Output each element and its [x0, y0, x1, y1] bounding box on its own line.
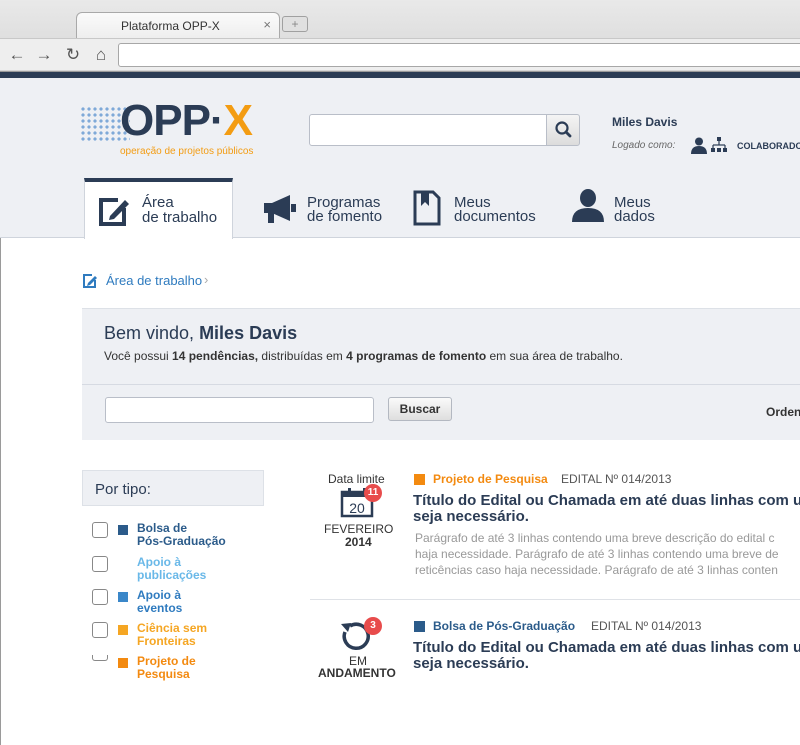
deadline-year: 2014 [345, 535, 372, 549]
logo-tagline: operação de projetos públicos [120, 146, 254, 157]
person-icon [572, 189, 604, 222]
app-header: OPP·X operação de projetos públicos Mile… [0, 78, 800, 239]
checkbox[interactable] [92, 556, 108, 572]
breadcrumb[interactable]: Área de trabalho [106, 273, 202, 288]
filter-label: Bolsa de Pós-Graduação [137, 521, 226, 548]
filter-label: Ciência sem Fronteiras [137, 621, 208, 648]
item-title[interactable]: Título do Edital ou Chamada em até duas … [413, 640, 800, 672]
category-swatch [414, 621, 425, 632]
address-bar[interactable] [118, 43, 800, 67]
user-role[interactable]: COLABORADOR [737, 141, 800, 151]
browser-chrome: Plataforma OPP-X × + ← → ↻ ⌂ [0, 0, 800, 72]
filter-label: Projeto de Pesquisa [137, 654, 196, 681]
tab-programs[interactable]: Programas de fomento [260, 178, 400, 238]
welcome-title: Bem vindo, Miles Davis [104, 323, 298, 343]
user-icon[interactable] [690, 136, 708, 154]
new-tab-button[interactable]: + [282, 16, 308, 32]
category-swatch [118, 525, 128, 535]
order-label: Ordenar [766, 405, 800, 419]
megaphone-icon [264, 195, 296, 223]
tab-my-data-line2: dados [614, 208, 655, 225]
close-tab-icon[interactable]: × [263, 17, 271, 32]
tab-workspace[interactable]: Área de trabalho [84, 178, 233, 239]
item-description: Parágrafo de até 3 linhas contendo uma b… [415, 531, 779, 577]
logo-wordmark: OPP·X [120, 96, 253, 145]
pending-count-badge: 3 [364, 617, 382, 635]
org-chart-icon[interactable] [711, 137, 727, 153]
home-icon[interactable]: ⌂ [90, 44, 112, 66]
user-name[interactable]: Miles Davis [612, 115, 677, 129]
browser-toolbar: ← → ↻ ⌂ [0, 38, 800, 70]
category-swatch [118, 658, 128, 668]
filter-type-heading: Por tipo: [82, 470, 264, 506]
item-title[interactable]: Título do Edital ou Chamada em até duas … [413, 493, 800, 525]
back-arrow-icon[interactable]: ← [6, 44, 28, 66]
opp-x-logo[interactable]: OPP·X operação de projetos públicos [80, 96, 270, 158]
calendar-day: 20 [349, 500, 365, 516]
divider [82, 384, 800, 385]
divider [310, 599, 800, 600]
search-submit-button[interactable]: Buscar [388, 397, 452, 421]
global-search-input[interactable] [309, 114, 547, 146]
search-button[interactable] [546, 114, 580, 146]
search-icon [555, 121, 572, 138]
pending-count-badge: 11 [364, 484, 382, 502]
checkbox[interactable] [92, 589, 108, 605]
filter-search-input[interactable] [105, 397, 374, 423]
filter-label: Apoio à publicações [137, 555, 207, 582]
category-swatch [414, 474, 425, 485]
welcome-panel: Bem vindo, Miles Davis Você possui 14 pe… [82, 308, 800, 440]
logged-as-label: Logado como: [612, 140, 676, 151]
category-swatch [118, 625, 128, 635]
tab-workspace-line1: Área [142, 194, 174, 211]
document-icon [413, 190, 441, 226]
filter-label: Apoio à eventos [137, 588, 183, 615]
workspace-icon [99, 198, 129, 226]
edital-number: EDITAL Nº 014/2013 [561, 472, 672, 486]
category-link[interactable]: Bolsa de Pós-Graduação [433, 619, 575, 633]
checkbox[interactable] [92, 522, 108, 538]
chevron-right-icon: › [204, 272, 209, 287]
category-link[interactable]: Projeto de Pesquisa [433, 472, 548, 486]
tab-title: Plataforma OPP-X [121, 19, 220, 33]
workspace-small-icon [83, 274, 97, 288]
browser-tab[interactable]: Plataforma OPP-X × [76, 12, 280, 38]
reload-icon[interactable]: ↻ [62, 44, 84, 66]
welcome-message: Você possui 14 pendências, distribuídas … [104, 349, 623, 363]
checkbox[interactable] [92, 622, 108, 638]
deadline-month: FEVEREIRO [324, 522, 394, 536]
checkbox[interactable] [92, 655, 108, 661]
forward-arrow-icon[interactable]: → [33, 44, 55, 66]
tab-workspace-line2: de trabalho [142, 209, 218, 226]
edital-number: EDITAL Nº 014/2013 [591, 619, 702, 633]
status-line2: ANDAMENTO [318, 666, 396, 680]
tab-documents-line2: documentos [454, 208, 536, 225]
tab-programs-line2: de fomento [307, 208, 383, 225]
tab-documents[interactable]: Meus documentos [410, 178, 550, 238]
category-swatch [118, 592, 128, 602]
tab-my-data[interactable]: Meus dados [568, 178, 688, 238]
